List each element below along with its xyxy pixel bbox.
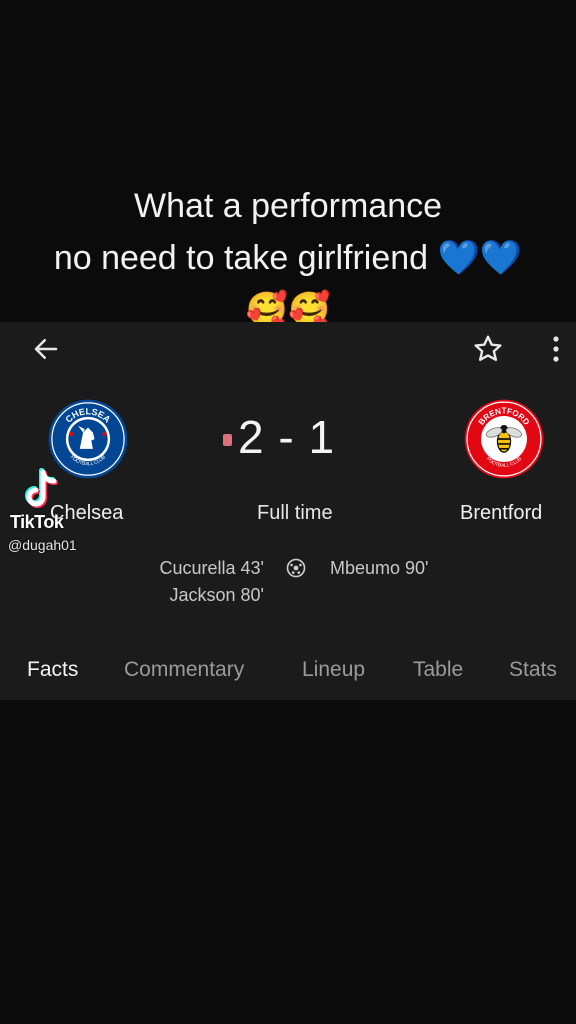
favorite-button[interactable] [470,331,506,367]
tab-commentary[interactable]: Commentary [124,658,244,682]
home-scorers: Cucurella 43' Jackson 80' [160,555,265,609]
away-scorer: Mbeumo 90' [330,558,429,578]
match-score: 2 - 1 [238,411,336,463]
tiktok-watermark: TikTok [10,512,64,532]
more-vert-icon [553,336,559,362]
star-outline-icon [474,335,502,361]
back-button[interactable] [28,331,64,367]
away-scorers: Mbeumo 90' [330,555,429,582]
brentford-crest-icon[interactable]: BRENTFORD FOOTBALL CLUB [463,398,545,480]
tab-table[interactable]: Table [413,658,463,682]
tab-stats[interactable]: Stats [509,658,557,682]
match-tabs: Facts Commentary Lineup Table Stats [0,658,576,688]
away-team-name[interactable]: Brentford [460,502,542,525]
tab-lineup[interactable]: Lineup [302,658,365,682]
caption-line-2: no need to take girlfriend 💙💙 [53,239,523,277]
video-caption: What a performance no need to take girlf… [0,180,576,336]
home-scorer: Cucurella 43' [159,558,265,578]
screen: What a performance no need to take girlf… [0,0,576,1024]
tiktok-handle: @dugah01 [8,537,77,553]
arrow-left-icon [34,339,58,359]
home-scorer: Jackson 80' [169,585,265,605]
more-options-button[interactable] [540,331,572,367]
soccer-ball-icon [286,558,306,578]
tab-facts[interactable]: Facts [27,658,78,682]
caption-line-1: What a performance [133,187,443,225]
tiktok-logo-icon [25,468,58,508]
match-indicator [223,434,232,446]
match-status: Full time [257,502,333,524]
